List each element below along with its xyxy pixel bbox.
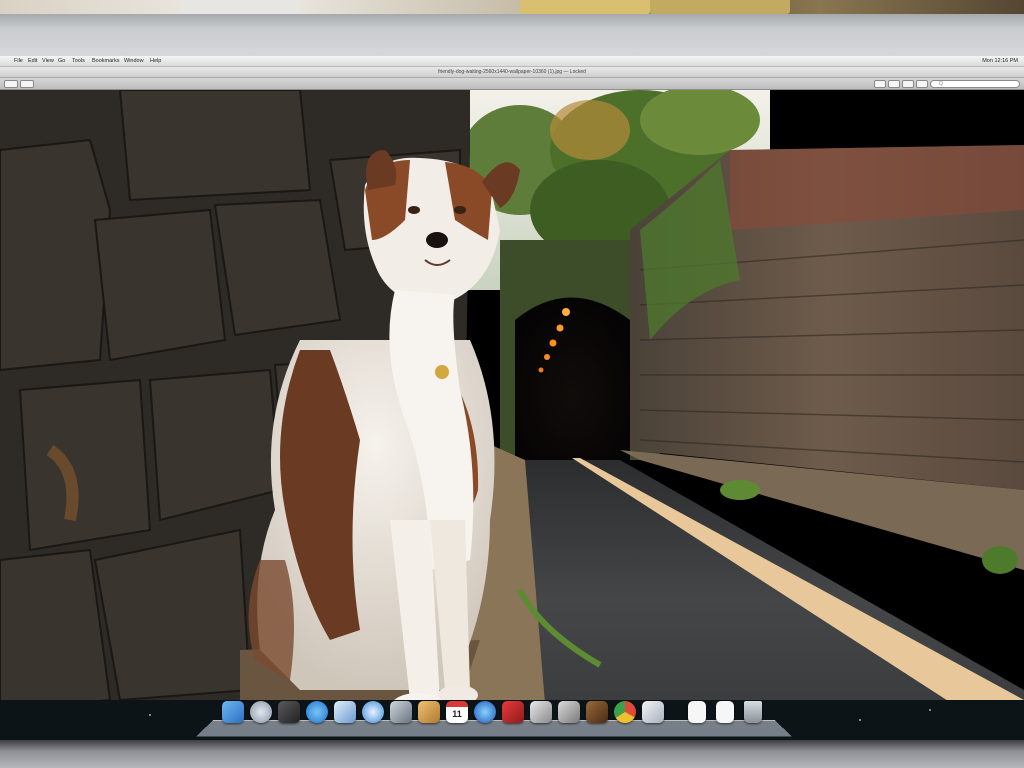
app-store-icon[interactable] <box>306 701 328 723</box>
window-toolbar: Q <box>0 78 1024 90</box>
menu-window[interactable]: Window <box>124 56 144 67</box>
calendar-day: 11 <box>452 709 462 719</box>
wallpaper-photo <box>0 90 1024 740</box>
calendar-icon[interactable]: 11 <box>446 701 468 723</box>
finder-icon[interactable] <box>222 701 244 723</box>
share-button[interactable] <box>916 80 928 88</box>
menu-bar: File Edit View Go Tools Bookmarks Window… <box>0 56 1024 67</box>
monitor-bezel-top <box>0 14 1024 56</box>
desk-object <box>180 0 300 14</box>
book-icon[interactable] <box>418 701 440 723</box>
wallet-icon[interactable] <box>586 701 608 723</box>
menu-help[interactable]: Help <box>150 56 161 67</box>
safari-icon[interactable] <box>362 701 384 723</box>
document-icon[interactable] <box>688 701 706 723</box>
launchpad-icon[interactable] <box>250 701 272 723</box>
markup-button[interactable] <box>902 80 914 88</box>
preview-icon[interactable] <box>334 701 356 723</box>
monitor-screen: File Edit View Go Tools Bookmarks Window… <box>0 56 1024 740</box>
menu-edit[interactable]: Edit <box>28 56 37 67</box>
document-icon[interactable] <box>716 701 734 723</box>
sidebar-button[interactable] <box>4 80 18 88</box>
photo-booth-icon[interactable] <box>278 701 300 723</box>
screenshot-icon[interactable] <box>530 701 552 723</box>
menu-file[interactable]: File <box>14 56 23 67</box>
menu-go[interactable]: Go <box>58 56 65 67</box>
monitor-bezel-bottom <box>0 740 1024 768</box>
menu-view[interactable]: View <box>42 56 54 67</box>
image-capture-icon[interactable] <box>558 701 580 723</box>
facetime-icon[interactable] <box>390 701 412 723</box>
search-input[interactable]: Q <box>930 80 1020 88</box>
desk-object <box>650 0 790 14</box>
search-icon: Q <box>939 81 943 87</box>
menu-clock[interactable]: Mon 12:16 PM <box>982 56 1018 67</box>
window-title-bar: friendly-dog-waiting-2560x1440-wallpaper… <box>0 67 1024 78</box>
chrome-icon[interactable] <box>614 701 636 723</box>
rotate-button[interactable] <box>888 80 900 88</box>
zoom-button[interactable] <box>20 80 34 88</box>
window-title: friendly-dog-waiting-2560x1440-wallpaper… <box>438 69 586 75</box>
desk-object <box>520 0 650 14</box>
photos-icon[interactable] <box>642 701 664 723</box>
menu-tools[interactable]: Tools <box>72 56 85 67</box>
itunes-icon[interactable] <box>474 701 496 723</box>
menu-bookmarks[interactable]: Bookmarks <box>92 56 120 67</box>
photo-icon[interactable] <box>502 701 524 723</box>
trash-icon[interactable] <box>744 701 762 723</box>
view-mode-button[interactable] <box>874 80 886 88</box>
